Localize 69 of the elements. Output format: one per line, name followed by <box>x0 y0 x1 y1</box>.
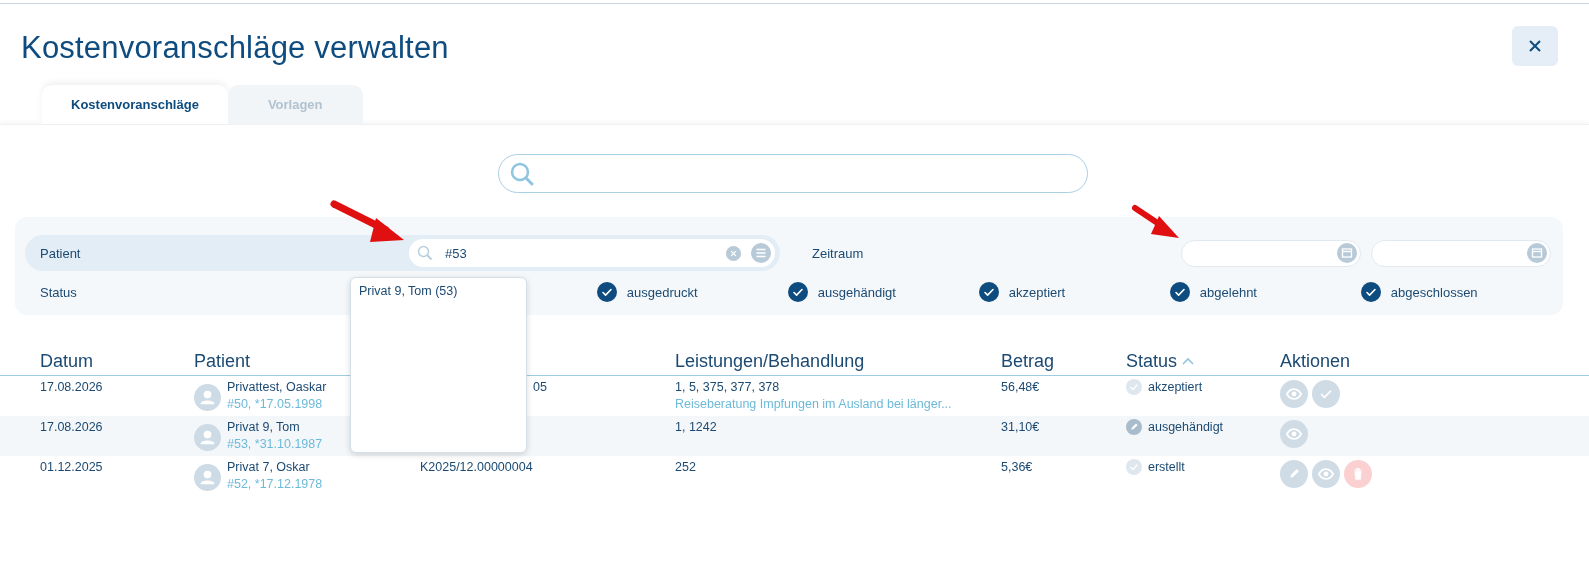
menu-icon[interactable] <box>751 243 771 263</box>
checkbox[interactable] <box>978 282 999 302</box>
annotation-arrow <box>1131 204 1181 240</box>
accept-button[interactable] <box>1312 380 1340 408</box>
patient-info: #53, *31.10.1987 <box>227 437 323 451</box>
calendar-icon[interactable] <box>1337 243 1357 263</box>
column-header: Leistungen/Behandlung <box>675 350 865 372</box>
column-header: Patient <box>194 350 251 372</box>
amount-cell: 56,48€ <box>1001 380 1040 394</box>
avatar-icon <box>194 384 221 411</box>
patient-name: Privattest, Oaskar <box>227 380 327 394</box>
view-button[interactable] <box>1312 460 1340 488</box>
check-icon <box>1126 379 1142 395</box>
search-icon <box>417 245 433 261</box>
status-text: erstellt <box>1148 460 1185 474</box>
column-header: Aktionen <box>1280 350 1351 372</box>
filter-label: Zeitraum <box>812 245 865 261</box>
close-button[interactable] <box>1512 26 1558 66</box>
date-cell: 17.08.2026 <box>40 380 103 394</box>
checkbox[interactable] <box>1169 282 1190 302</box>
column-header[interactable]: Status <box>1126 350 1178 372</box>
checkbox[interactable] <box>787 282 808 302</box>
edit-button[interactable] <box>1280 460 1308 488</box>
checkbox-label: ausgedruckt <box>626 284 698 300</box>
table-cell: K2025/12.00000004 <box>420 460 533 474</box>
tab[interactable]: Kostenvoranschläge <box>42 85 228 124</box>
delete-button[interactable] <box>1344 460 1372 488</box>
date-field[interactable] <box>1181 239 1361 267</box>
table-cell: 05 <box>533 380 547 394</box>
calendar-icon[interactable] <box>1527 243 1547 263</box>
amount-cell: 31,10€ <box>1001 420 1040 434</box>
checkbox-label: akzeptiert <box>1008 284 1066 300</box>
treatment-description: Reiseberatung Impfungen im Ausland bei länger... <box>675 397 953 411</box>
checkbox[interactable] <box>1360 282 1381 302</box>
avatar-icon <box>194 424 221 451</box>
pencil-icon <box>1126 419 1142 435</box>
date-field[interactable] <box>1371 239 1551 267</box>
filter-label: Status <box>40 284 77 300</box>
suggestion-item[interactable]: Privat 9, Tom (53) <box>359 284 518 298</box>
patient-search-input[interactable]: #53 <box>443 244 716 262</box>
close-icon <box>1527 38 1543 54</box>
check-icon <box>1126 459 1142 475</box>
search-icon <box>509 160 535 187</box>
status-text: ausgehändigt <box>1148 420 1224 434</box>
patient-name: Privat 7, Oskar <box>227 460 310 474</box>
date-cell: 17.08.2026 <box>40 420 103 434</box>
view-button[interactable] <box>1280 380 1308 408</box>
services-cell: 1, 5, 375, 377, 378 <box>675 380 780 394</box>
patient-info: #50, *17.05.1998 <box>227 397 324 411</box>
checkbox-label: abgelehnt <box>1199 284 1257 300</box>
services-cell: 1, 1242 <box>675 420 717 434</box>
date-cell: 01.12.2025 <box>40 460 103 474</box>
column-header: Datum <box>40 350 93 372</box>
column-header: Betrag <box>1001 350 1055 372</box>
filter-label: Patient <box>40 245 81 261</box>
services-cell: 252 <box>675 460 696 474</box>
patient-filter-field[interactable]: #53 <box>409 239 775 267</box>
clear-icon[interactable] <box>726 245 741 261</box>
status-text: akzeptiert <box>1148 380 1203 394</box>
sort-up-icon[interactable] <box>1182 357 1195 365</box>
checkbox-label: abgeschlossen <box>1390 284 1478 300</box>
view-button[interactable] <box>1280 420 1308 448</box>
amount-cell: 5,36€ <box>1001 460 1033 474</box>
checkbox-label: ausgehändigt <box>817 284 896 300</box>
patient-info: #52, *17.12.1978 <box>227 477 323 491</box>
page-title: Kostenvoranschläge verwalten <box>21 30 449 66</box>
patient-name: Privat 9, Tom <box>227 420 300 434</box>
checkbox[interactable] <box>596 282 617 302</box>
avatar-icon <box>194 464 221 491</box>
